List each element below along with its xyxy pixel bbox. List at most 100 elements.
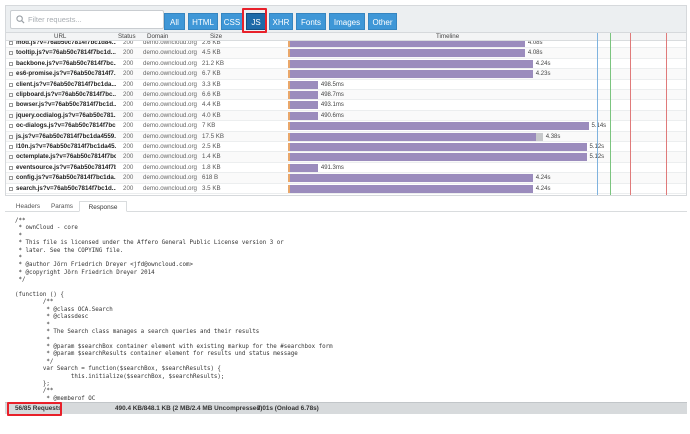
timing-bar	[288, 163, 318, 172]
column-size[interactable]: Size	[210, 33, 222, 41]
column-url[interactable]: URL	[54, 33, 66, 41]
expand-icon[interactable]	[9, 176, 13, 181]
timing-bar	[288, 70, 533, 79]
table-row[interactable]: oc-dialogs.js?v=76ab50c7814f7bc... 200 dem…	[6, 121, 686, 132]
column-timeline[interactable]: Timeline	[436, 33, 459, 41]
table-row[interactable]: bowser.js?v=76ab50c7814f7bc1d... 200 demo.…	[6, 100, 686, 111]
column-status[interactable]: Status	[118, 33, 136, 41]
request-url: octemplate.js?v=76ab50c7814f7bc...	[16, 153, 116, 161]
expand-icon[interactable]	[9, 165, 13, 170]
filter-html-button[interactable]: HTML	[188, 13, 218, 30]
expand-icon[interactable]	[9, 145, 13, 149]
table-row[interactable]: tooltip.js?v=76ab50c7814f7bc1d... 200 demo…	[6, 48, 686, 59]
expand-icon[interactable]	[9, 72, 13, 77]
request-timeline: 490.6ms	[286, 111, 684, 121]
request-timeline: 498.5ms	[286, 80, 684, 90]
load-line	[610, 33, 611, 195]
table-row[interactable]: octemplate.js?v=76ab50c7814f7bc... 200 dem…	[6, 152, 686, 163]
timing-bar	[288, 111, 318, 120]
request-timeline: 4.23s	[286, 69, 684, 79]
request-count: 56/85 Requests	[15, 405, 62, 412]
request-domain: demo.owncloud.org	[143, 59, 198, 67]
tab-headers[interactable]: Headers	[11, 201, 45, 212]
expand-icon[interactable]	[9, 134, 13, 139]
filter-js-button[interactable]: JS	[246, 13, 266, 30]
request-status: 200	[123, 174, 134, 182]
expand-icon[interactable]	[9, 51, 13, 56]
expand-icon[interactable]	[9, 41, 13, 45]
timing-bar	[288, 59, 533, 68]
timing-label: 4.08s	[527, 50, 543, 57]
request-url: oc-dialogs.js?v=76ab50c7814f7bc...	[16, 122, 116, 130]
filter-other-button[interactable]: Other	[368, 13, 397, 30]
expand-icon[interactable]	[9, 93, 13, 97]
response-body: /** * ownCloud - core * * This file is l…	[5, 213, 687, 402]
expand-icon[interactable]	[9, 124, 13, 129]
filter-toolbar: All HTML CSS JS XHR Fonts Images Other	[5, 5, 687, 33]
table-row[interactable]: backbone.js?v=76ab50c7814f7bc... 200 demo.…	[6, 59, 686, 70]
table-row[interactable]: es6-promise.js?v=76ab50c7814f7... 200 demo…	[6, 69, 686, 80]
timing-bar	[288, 122, 589, 131]
expand-icon[interactable]	[9, 82, 13, 87]
request-url: clipboard.js?v=76ab50c7814f7bc...	[16, 91, 116, 98]
request-size: 4.4 KB	[202, 101, 221, 109]
wait-segment	[288, 101, 290, 110]
search-box[interactable]	[10, 10, 164, 29]
expand-icon[interactable]	[9, 155, 13, 160]
request-url: config.js?v=76ab50c7814f7bc1da...	[16, 174, 116, 182]
filter-css-button[interactable]: CSS	[221, 13, 243, 30]
table-row[interactable]: mod.js?v=76ab50c7814f7bc1d84... 200 demo.o…	[6, 41, 686, 49]
filter-fonts-button[interactable]: Fonts	[296, 13, 326, 30]
request-url: client.js?v=76ab50c7814f7bc1da...	[16, 80, 116, 88]
timing-bar	[288, 49, 525, 58]
request-status: 200	[123, 132, 134, 140]
table-row[interactable]: eventsource.js?v=76ab50c7814f7b... 200 dem…	[6, 163, 686, 174]
request-url: l10n.js?v=76ab50c7814f7bc1da45...	[16, 143, 116, 150]
timing-label: 498.7ms	[320, 92, 344, 98]
expand-icon[interactable]	[9, 186, 13, 191]
request-size: 2.6 KB	[202, 41, 221, 46]
request-domain: demo.owncloud.org	[143, 143, 198, 150]
table-row[interactable]: config.js?v=76ab50c7814f7bc1da... 200 demo…	[6, 173, 686, 184]
expand-icon[interactable]	[9, 103, 13, 108]
filter-all-button[interactable]: All	[164, 13, 185, 30]
request-domain: demo.owncloud.org	[143, 80, 198, 88]
request-size: 4.0 KB	[202, 111, 221, 119]
wait-segment	[288, 49, 290, 58]
wait-segment	[288, 163, 290, 172]
filter-xhr-button[interactable]: XHR	[269, 13, 293, 30]
timing-label: 498.5ms	[320, 81, 344, 88]
expand-icon[interactable]	[9, 61, 13, 66]
timing-label: 4.24s	[535, 60, 551, 67]
request-timeline: 491.3ms	[286, 163, 684, 173]
request-domain: demo.owncloud.org	[143, 174, 198, 182]
request-status: 200	[123, 163, 134, 171]
table-row[interactable]: js.js?v=76ab50c7814f7bc1da4559... 200 demo…	[6, 131, 686, 142]
timing-bar	[288, 91, 318, 99]
table-row[interactable]: search.js?v=76ab50c7814f7bc1d... 200 demo.…	[6, 184, 686, 194]
request-size: 2.5 KB	[202, 143, 221, 150]
status-bar: 56/85 Requests 490.4 KB/848.1 KB (2 MB/2…	[5, 402, 687, 414]
column-domain[interactable]: Domain	[147, 33, 168, 41]
expand-icon[interactable]	[9, 113, 13, 118]
request-size: 6.7 KB	[202, 70, 221, 78]
request-domain: demo.owncloud.org	[143, 153, 198, 161]
table-row[interactable]: client.js?v=76ab50c7814f7bc1da... 200 demo…	[6, 80, 686, 90]
request-domain: demo.owncloud.org	[143, 41, 198, 46]
receive-segment	[535, 132, 543, 141]
wait-segment	[288, 132, 290, 141]
wait-segment	[288, 59, 290, 68]
table-row[interactable]: clipboard.js?v=76ab50c7814f7bc... 200 demo…	[6, 90, 686, 101]
request-status: 200	[123, 153, 134, 161]
request-domain: demo.owncloud.org	[143, 101, 198, 109]
table-row[interactable]: jquery.ocdialog.js?v=76ab50c781... 200 dem…	[6, 110, 686, 122]
response-code: /** * ownCloud - core * * This file is l…	[15, 218, 333, 402]
table-row[interactable]: l10n.js?v=76ab50c7814f7bc1da45... 200 demo…	[6, 142, 686, 153]
filter-images-button[interactable]: Images	[329, 13, 365, 30]
request-timeline: 5.12s	[286, 152, 684, 162]
tab-params[interactable]: Params	[47, 201, 77, 212]
tab-response[interactable]: Response	[79, 201, 127, 212]
request-timeline: 5.14s	[286, 121, 684, 131]
request-status: 200	[123, 91, 134, 98]
search-input[interactable]	[28, 13, 158, 26]
